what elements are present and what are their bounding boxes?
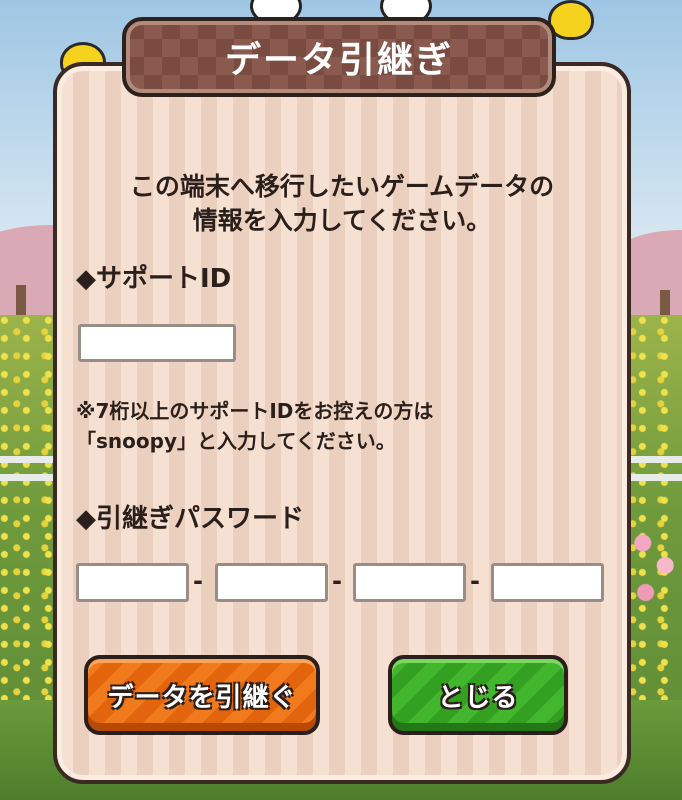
password-separator: - [332,567,342,595]
password-label: ◆引継ぎパスワード [76,504,304,534]
password-separator: - [470,567,480,595]
note-line-2: 「snoopy」と入力してください。 [76,429,396,453]
password-input-4[interactable] [491,563,604,602]
support-id-label: ◆サポートID [76,264,232,294]
instruction-line-1: この端末へ移行したいゲームデータの [129,172,555,201]
note-line-1: ※7桁以上のサポートIDをお控えの方は [76,399,434,423]
password-input-1[interactable] [76,563,189,602]
dialog-title-banner: データ引継ぎ [122,17,556,97]
support-id-input[interactable] [78,324,236,362]
instruction-line-2: 情報を入力してください。 [192,206,492,235]
password-input-2[interactable] [215,563,328,602]
transfer-data-button[interactable]: データを引継ぐ [84,655,320,735]
support-id-note: ※7桁以上のサポートIDをお控えの方は 「snoopy」と入力してください。 [76,396,596,456]
transfer-data-button-label: データを引継ぐ [107,682,297,713]
dialog-title: データ引継ぎ [224,40,453,81]
flower-cluster [626,525,682,615]
close-button[interactable]: とじる [388,655,568,735]
close-button-label: とじる [437,682,519,713]
password-separator: - [193,567,203,595]
instruction-text: この端末へ移行したいゲームデータの 情報を入力してください。 [66,170,618,238]
password-input-3[interactable] [353,563,466,602]
